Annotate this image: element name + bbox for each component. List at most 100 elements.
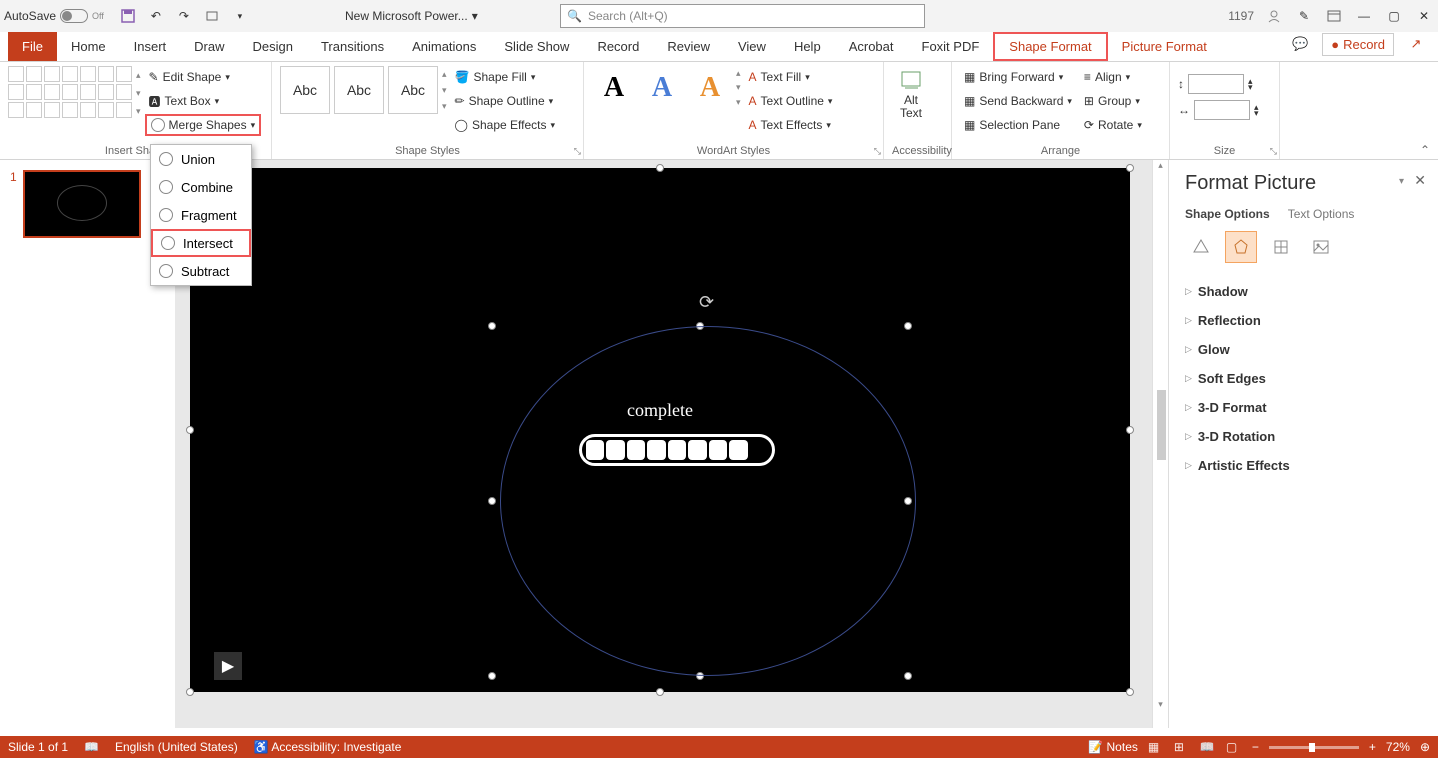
slideshow-view-button[interactable]: ▢: [1226, 740, 1242, 754]
collapse-ribbon-button[interactable]: ⌃: [1420, 143, 1430, 157]
text-options-tab[interactable]: Text Options: [1288, 207, 1355, 221]
tab-home[interactable]: Home: [57, 32, 120, 61]
fit-to-window-button[interactable]: ⊕: [1420, 740, 1430, 754]
edit-shape-button[interactable]: ✎Edit Shape▾: [145, 66, 262, 88]
shape-style-2[interactable]: Abc: [334, 66, 384, 114]
tab-review[interactable]: Review: [653, 32, 724, 61]
group-button[interactable]: ⊞Group▾: [1080, 90, 1146, 112]
slide-thumbnail-1[interactable]: [23, 170, 141, 238]
shapes-gallery[interactable]: [8, 66, 132, 118]
section-artistic[interactable]: Artistic Effects: [1185, 451, 1422, 480]
merge-intersect[interactable]: Intersect: [151, 229, 251, 257]
record-button[interactable]: ● Record: [1322, 33, 1394, 56]
section-shadow[interactable]: Shadow: [1185, 277, 1422, 306]
picture-pane-icon[interactable]: [1305, 231, 1337, 263]
ribbon-display-button[interactable]: [1320, 4, 1348, 28]
tab-animations[interactable]: Animations: [398, 32, 490, 61]
align-button[interactable]: ≡Align▾: [1080, 66, 1146, 88]
section-3d-format[interactable]: 3-D Format: [1185, 393, 1422, 422]
maximize-button[interactable]: ▢: [1380, 4, 1408, 28]
text-effects-button[interactable]: AText Effects▾: [745, 114, 837, 136]
save-button[interactable]: [116, 4, 140, 28]
merge-fragment[interactable]: Fragment: [151, 201, 251, 229]
tab-design[interactable]: Design: [239, 32, 307, 61]
reading-view-button[interactable]: 📖: [1200, 740, 1216, 754]
send-backward-button[interactable]: ▦Send Backward▾: [960, 90, 1076, 112]
play-button[interactable]: ▶: [214, 652, 242, 680]
zoom-level[interactable]: 72%: [1386, 740, 1410, 754]
tab-acrobat[interactable]: Acrobat: [835, 32, 908, 61]
shape-fill-button[interactable]: 🪣Shape Fill▾: [451, 66, 559, 88]
merge-combine[interactable]: Combine: [151, 173, 251, 201]
wordart-launcher[interactable]: ⤡: [874, 146, 881, 157]
tab-view[interactable]: View: [724, 32, 780, 61]
search-input[interactable]: 🔍 Search (Alt+Q): [560, 4, 925, 28]
wordart-style-2[interactable]: A: [640, 66, 684, 110]
spell-check-icon[interactable]: 📖: [84, 740, 99, 754]
shape-effects-button[interactable]: ◯Shape Effects▾: [451, 114, 559, 136]
shape-styles-launcher[interactable]: ⤡: [574, 146, 581, 157]
tab-picture-format[interactable]: Picture Format: [1108, 32, 1221, 61]
slide-counter[interactable]: Slide 1 of 1: [8, 740, 68, 754]
account-button[interactable]: [1260, 4, 1288, 28]
close-button[interactable]: ✕: [1410, 4, 1438, 28]
shape-style-1[interactable]: Abc: [280, 66, 330, 114]
pen-button[interactable]: ✎: [1290, 4, 1318, 28]
rotate-handle[interactable]: ⟳: [699, 292, 714, 313]
text-fill-button[interactable]: AText Fill▾: [745, 66, 837, 88]
from-beginning-button[interactable]: [200, 4, 224, 28]
zoom-in-button[interactable]: +: [1369, 740, 1376, 754]
tab-slideshow[interactable]: Slide Show: [490, 32, 583, 61]
wordart-style-3[interactable]: A: [688, 66, 732, 110]
section-reflection[interactable]: Reflection: [1185, 306, 1422, 335]
fill-line-icon[interactable]: [1185, 231, 1217, 263]
shape-outline-button[interactable]: ✏Shape Outline▾: [451, 90, 559, 112]
pane-options-button[interactable]: ▾: [1399, 176, 1404, 187]
tab-foxit[interactable]: Foxit PDF: [908, 32, 994, 61]
tab-transitions[interactable]: Transitions: [307, 32, 398, 61]
redo-button[interactable]: ↷: [172, 4, 196, 28]
height-input[interactable]: [1188, 74, 1244, 94]
accessibility-status[interactable]: ♿ Accessibility: Investigate: [254, 740, 402, 754]
alt-text-button[interactable]: AltText: [892, 66, 930, 124]
bring-forward-button[interactable]: ▦Bring Forward▾: [960, 66, 1076, 88]
zoom-out-button[interactable]: −: [1252, 740, 1259, 754]
oval-shape[interactable]: [500, 326, 916, 676]
normal-view-button[interactable]: ▦: [1148, 740, 1164, 754]
tab-shape-format[interactable]: Shape Format: [993, 32, 1107, 61]
share-button[interactable]: ↗: [1402, 32, 1430, 56]
language-status[interactable]: English (United States): [115, 740, 238, 754]
vertical-scrollbar[interactable]: ▴ ▾: [1152, 160, 1168, 728]
effects-pane-icon[interactable]: [1225, 231, 1257, 263]
shape-style-3[interactable]: Abc: [388, 66, 438, 114]
selection-pane-button[interactable]: ▦Selection Pane: [960, 114, 1076, 136]
text-outline-button[interactable]: AText Outline▾: [745, 90, 837, 112]
tab-insert[interactable]: Insert: [120, 32, 181, 61]
notes-toggle[interactable]: 📝 Notes: [1088, 740, 1138, 754]
size-properties-icon[interactable]: [1265, 231, 1297, 263]
text-box-button[interactable]: 🅰Text Box▾: [145, 90, 262, 112]
shape-options-tab[interactable]: Shape Options: [1185, 207, 1270, 221]
slide-canvas[interactable]: ⟳ complete ▶ Click to add notes: [175, 160, 1152, 728]
tab-help[interactable]: Help: [780, 32, 835, 61]
width-input[interactable]: [1194, 100, 1250, 120]
zoom-slider[interactable]: [1269, 746, 1359, 749]
sorter-view-button[interactable]: ⊞: [1174, 740, 1190, 754]
rotate-button[interactable]: ⟳Rotate▾: [1080, 114, 1146, 136]
pane-close-button[interactable]: ✕: [1414, 172, 1426, 189]
section-soft-edges[interactable]: Soft Edges: [1185, 364, 1422, 393]
size-launcher[interactable]: ⤡: [1270, 146, 1277, 157]
tab-record[interactable]: Record: [583, 32, 653, 61]
wordart-style-1[interactable]: A: [592, 66, 636, 110]
tab-draw[interactable]: Draw: [180, 32, 238, 61]
merge-subtract[interactable]: Subtract: [151, 257, 251, 285]
section-3d-rotation[interactable]: 3-D Rotation: [1185, 422, 1422, 451]
undo-button[interactable]: ↶: [144, 4, 168, 28]
minimize-button[interactable]: —: [1350, 4, 1378, 28]
document-title[interactable]: New Microsoft Power... ▾: [345, 9, 478, 23]
comments-button[interactable]: 💬: [1286, 32, 1314, 56]
section-glow[interactable]: Glow: [1185, 335, 1422, 364]
merge-shapes-button[interactable]: Merge Shapes▾: [145, 114, 262, 136]
tab-file[interactable]: File: [8, 32, 57, 61]
autosave-toggle[interactable]: AutoSave Off: [4, 9, 104, 23]
